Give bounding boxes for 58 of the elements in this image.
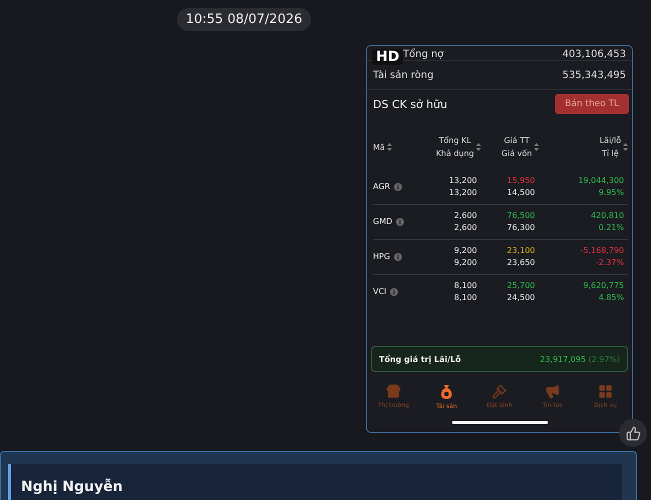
cost-price: 14,500 xyxy=(507,187,535,199)
cost-price: 24,500 xyxy=(507,292,535,304)
profit-ratio: 0.21% xyxy=(598,222,624,234)
grid-icon xyxy=(598,384,613,399)
profit-loss: 19,044,300 xyxy=(578,175,624,187)
market-price: 15,950 xyxy=(507,175,535,187)
profit-loss: 420,810 xyxy=(590,210,624,222)
like-button[interactable] xyxy=(619,419,647,447)
total-quantity: 13,200 xyxy=(449,175,477,187)
stock-symbol: VCI xyxy=(373,286,386,298)
info-icon[interactable] xyxy=(394,183,402,191)
info-icon[interactable] xyxy=(390,288,398,296)
info-icon[interactable] xyxy=(394,253,402,261)
total-value: 23,917,095 (2.97%) xyxy=(540,354,620,364)
summary-label: Tổng nợ xyxy=(403,49,444,60)
market-price: 23,100 xyxy=(507,245,535,257)
column-header: Tổng KL Khả dụng xyxy=(436,135,474,160)
author-name: Nghị Nguyễn xyxy=(21,479,123,495)
total-label: Tổng giá trị Lãi/Lỗ xyxy=(379,354,461,364)
available-quantity: 13,200 xyxy=(449,187,477,199)
sell-button[interactable]: Bán theo TL xyxy=(555,94,629,114)
info-icon[interactable] xyxy=(396,218,404,226)
summary-value: 403,106,453 xyxy=(562,49,626,60)
market-price: 76,500 xyxy=(507,210,535,222)
thumbs-up-icon xyxy=(626,426,640,440)
column-header: Giá TT Giá vốn xyxy=(501,135,532,160)
holdings-title: DS CK sở hữu xyxy=(373,98,448,110)
total-quantity: 8,100 xyxy=(454,280,477,292)
summary-label: Tài sản ròng xyxy=(373,70,434,80)
available-quantity: 2,600 xyxy=(454,222,477,234)
stock-symbol: HPG xyxy=(373,251,390,263)
total-quantity: 2,600 xyxy=(454,210,477,222)
hd-badge: HD xyxy=(372,49,404,65)
stock-symbol: AGR xyxy=(373,181,390,193)
available-quantity: 9,200 xyxy=(454,257,477,269)
total-quantity: 9,200 xyxy=(454,245,477,257)
column-header: Mã xyxy=(373,142,385,154)
profit-loss: -5,168,790 xyxy=(580,245,624,257)
column-header: Lãi/lỗ Tỉ lệ xyxy=(600,135,621,160)
profit-ratio: -2.37% xyxy=(596,257,624,269)
money-bag-icon xyxy=(439,384,454,400)
profit-ratio: 4.85% xyxy=(598,292,624,304)
sort-icon[interactable] xyxy=(534,143,539,151)
megaphone-icon xyxy=(545,384,560,399)
profit-loss: 9,620,775 xyxy=(583,280,624,292)
store-icon xyxy=(386,384,401,399)
sort-icon[interactable] xyxy=(623,143,628,151)
market-price: 25,700 xyxy=(507,280,535,292)
gavel-icon xyxy=(492,384,507,399)
sort-icon[interactable] xyxy=(386,143,392,151)
profit-ratio: 9.95% xyxy=(598,187,624,199)
summary-value: 535,343,495 xyxy=(562,70,626,80)
cost-price: 76,300 xyxy=(507,222,535,234)
cost-price: 23,650 xyxy=(507,257,535,269)
sort-icon[interactable] xyxy=(476,143,481,151)
stock-symbol: GMD xyxy=(373,216,392,228)
timestamp: 10:55 08/07/2026 xyxy=(176,8,312,31)
available-quantity: 8,100 xyxy=(454,292,477,304)
